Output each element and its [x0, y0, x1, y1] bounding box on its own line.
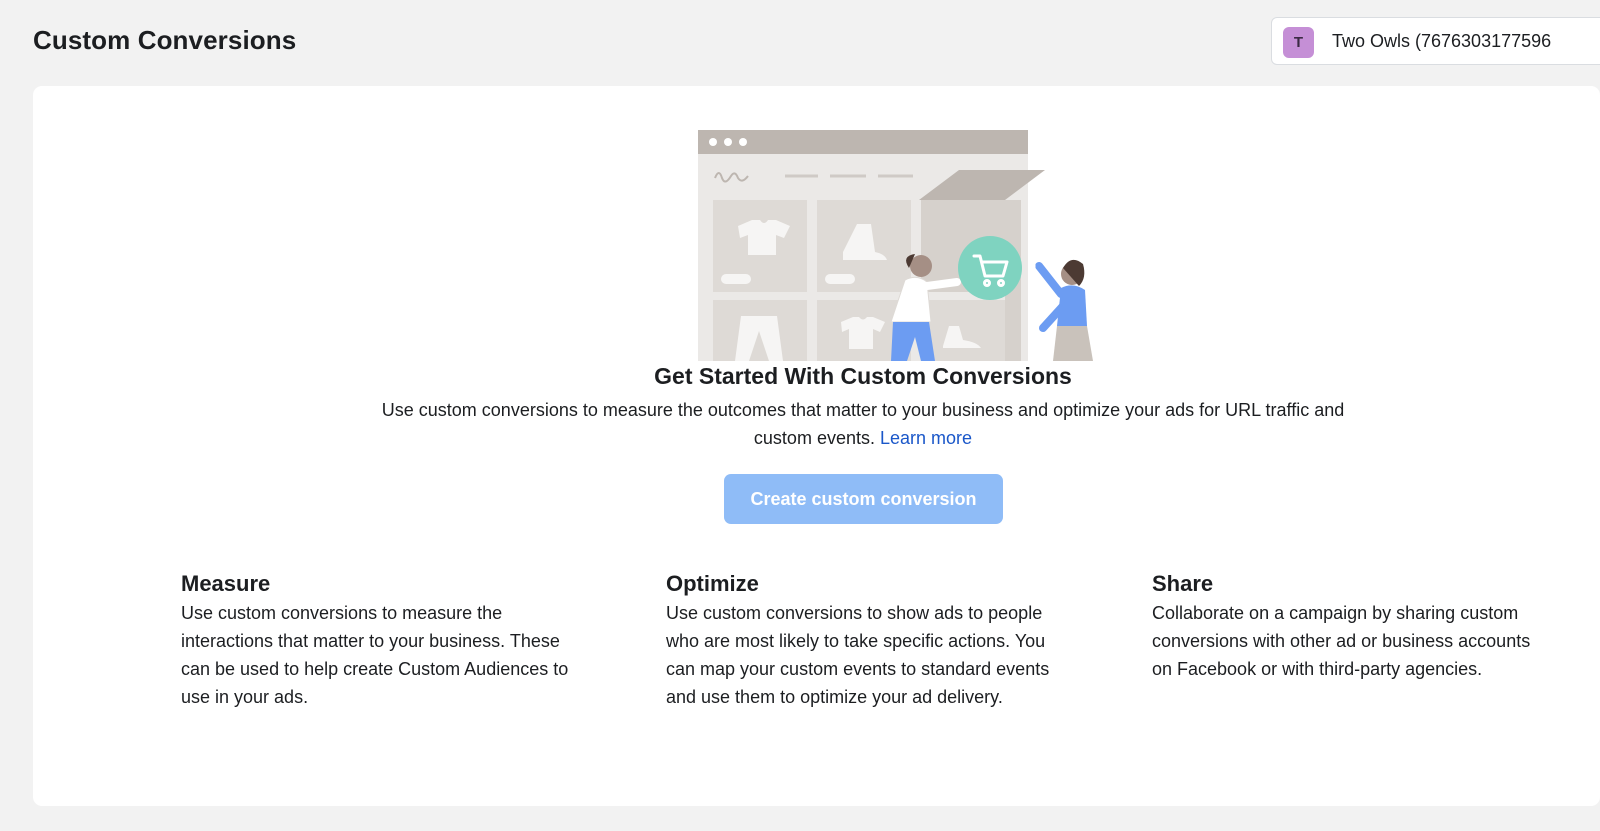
- feature-title: Share: [1152, 571, 1214, 596]
- feature-share: Share Collaborate on a campaign by shari…: [1152, 569, 1542, 683]
- feature-optimize: Optimize Use custom conversions to show …: [666, 569, 1056, 711]
- hero-title: Get Started With Custom Conversions: [654, 363, 1072, 389]
- account-selector[interactable]: T Two Owls (7676303177596: [1271, 17, 1600, 65]
- main-card: Get Started With Custom Conversions Use …: [33, 86, 1600, 806]
- feature-text: Collaborate on a campaign by sharing cus…: [1152, 603, 1531, 679]
- account-name: Two Owls (7676303177596: [1332, 31, 1552, 51]
- feature-title: Measure: [181, 571, 271, 596]
- account-avatar: T: [1283, 27, 1314, 58]
- create-custom-conversion-button[interactable]: Create custom conversion: [724, 474, 1003, 524]
- page-title: Custom Conversions: [33, 25, 297, 55]
- online-store-illustration: [698, 130, 1093, 361]
- feature-text: Use custom conversions to show ads to pe…: [666, 603, 1050, 707]
- feature-title: Optimize: [666, 571, 759, 596]
- feature-measure: Measure Use custom conversions to measur…: [181, 569, 571, 711]
- feature-text: Use custom conversions to measure the in…: [181, 603, 569, 707]
- page-header: Custom Conversions T Two Owls (767630317…: [0, 0, 1600, 86]
- learn-more-link[interactable]: Learn more: [880, 428, 972, 448]
- hero-description-text: Use custom conversions to measure the ou…: [381, 400, 1345, 448]
- hero-description: Use custom conversions to measure the ou…: [373, 396, 1353, 452]
